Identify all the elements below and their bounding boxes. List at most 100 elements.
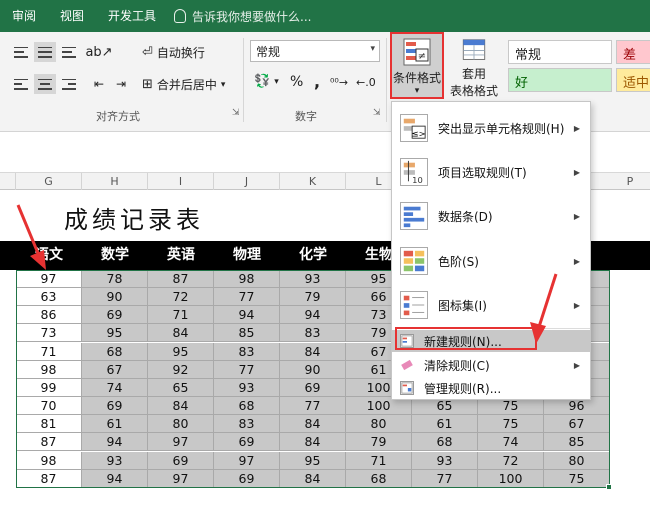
tell-me-box[interactable]: 告诉我你想要做什么...	[174, 8, 312, 25]
dialog-launcher-icon[interactable]: ⇲	[232, 108, 240, 118]
table-cell[interactable]: 80	[148, 415, 214, 434]
tab-view[interactable]: 视图	[48, 0, 96, 32]
table-cell[interactable]: 74	[478, 433, 544, 452]
table-cell[interactable]: 67	[544, 415, 610, 434]
table-cell[interactable]: 68	[412, 433, 478, 452]
table-cell[interactable]: 97	[148, 433, 214, 452]
table-cell[interactable]: 98	[16, 360, 82, 379]
table-cell[interactable]: 63	[16, 288, 82, 307]
table-cell[interactable]: 94	[214, 306, 280, 325]
menu-item-top-bottom-rules[interactable]: 10 项目选取规则(T) ▶	[392, 150, 590, 194]
table-cell[interactable]: 84	[280, 433, 346, 452]
table-cell[interactable]: 69	[82, 306, 148, 325]
table-cell[interactable]: 69	[280, 378, 346, 397]
table-cell[interactable]: 72	[148, 288, 214, 307]
table-cell[interactable]: 84	[280, 415, 346, 434]
header-cell[interactable]: 化学	[280, 241, 346, 270]
top-align-button[interactable]	[10, 42, 32, 62]
right-align-button[interactable]	[58, 74, 80, 94]
percent-button[interactable]: %	[290, 74, 303, 90]
table-cell[interactable]: 80	[346, 415, 412, 434]
table-cell[interactable]: 69	[148, 451, 214, 470]
table-cell[interactable]: 93	[280, 270, 346, 288]
table-cell[interactable]: 84	[280, 469, 346, 488]
tab-review[interactable]: 审阅	[0, 0, 48, 32]
table-cell[interactable]: 92	[148, 360, 214, 379]
table-cell[interactable]: 81	[16, 415, 82, 434]
table-cell[interactable]: 78	[82, 270, 148, 288]
table-cell[interactable]: 77	[412, 469, 478, 488]
table-cell[interactable]: 77	[280, 397, 346, 416]
table-cell[interactable]: 71	[16, 342, 82, 361]
column-header[interactable]: G	[16, 173, 82, 190]
table-cell[interactable]: 98	[16, 451, 82, 470]
merge-center-button[interactable]: ⊞ 合并后居中 ▾	[142, 76, 225, 93]
table-cell[interactable]: 94	[82, 469, 148, 488]
header-cell[interactable]: 数学	[82, 241, 148, 270]
table-cell[interactable]: 84	[148, 397, 214, 416]
menu-item-highlight-rules[interactable]: ≤> 突出显示单元格规则(H) ▶	[392, 108, 590, 148]
left-align-button[interactable]	[10, 74, 32, 94]
table-cell[interactable]: 87	[16, 469, 82, 488]
column-header[interactable]: P	[610, 173, 650, 190]
table-cell[interactable]: 68	[82, 342, 148, 361]
table-cell[interactable]: 85	[544, 433, 610, 452]
table-cell[interactable]: 97	[148, 469, 214, 488]
column-header[interactable]: J	[214, 173, 280, 190]
decrease-indent-button[interactable]: ⇤	[88, 74, 110, 94]
style-normal[interactable]: 常规	[508, 40, 612, 64]
table-cell[interactable]: 84	[148, 324, 214, 343]
table-cell[interactable]: 69	[214, 469, 280, 488]
table-cell[interactable]: 65	[148, 378, 214, 397]
table-cell[interactable]: 98	[214, 270, 280, 288]
table-cell[interactable]: 71	[148, 306, 214, 325]
table-cell[interactable]: 95	[82, 324, 148, 343]
fill-handle[interactable]	[606, 484, 612, 490]
table-cell[interactable]: 74	[82, 378, 148, 397]
table-cell[interactable]: 93	[412, 451, 478, 470]
decrease-decimal-button[interactable]: ←.0	[356, 76, 376, 89]
table-cell[interactable]: 87	[148, 270, 214, 288]
table-cell[interactable]: 84	[280, 342, 346, 361]
table-cell[interactable]: 94	[280, 306, 346, 325]
menu-item-icon-sets[interactable]: 图标集(I) ▶	[392, 284, 590, 326]
table-cell[interactable]: 77	[214, 360, 280, 379]
table-cell[interactable]: 75	[544, 469, 610, 488]
table-cell[interactable]: 95	[280, 451, 346, 470]
table-cell[interactable]: 61	[82, 415, 148, 434]
tab-developer[interactable]: 开发工具	[96, 0, 168, 32]
table-cell[interactable]: 94	[82, 433, 148, 452]
table-cell[interactable]: 85	[214, 324, 280, 343]
column-header[interactable]: I	[148, 173, 214, 190]
table-cell[interactable]: 90	[280, 360, 346, 379]
table-cell[interactable]: 97	[214, 451, 280, 470]
table-cell[interactable]: 99	[16, 378, 82, 397]
table-cell[interactable]: 97	[16, 270, 82, 288]
header-cell[interactable]: 语文	[16, 241, 82, 270]
currency-button[interactable]: 💱 ▾	[254, 74, 279, 89]
column-header[interactable]: K	[280, 173, 346, 190]
table-cell[interactable]: 61	[412, 415, 478, 434]
table-cell[interactable]: 70	[16, 397, 82, 416]
table-cell[interactable]: 100	[478, 469, 544, 488]
conditional-format-button[interactable]: ≠ 条件格式 ▾	[390, 32, 444, 99]
table-cell[interactable]: 77	[214, 288, 280, 307]
table-cell[interactable]: 80	[544, 451, 610, 470]
table-cell[interactable]: 93	[82, 451, 148, 470]
table-cell[interactable]: 69	[214, 433, 280, 452]
increase-decimal-button[interactable]: ⁰⁰→	[330, 76, 348, 89]
table-cell[interactable]: 90	[82, 288, 148, 307]
menu-item-color-scales[interactable]: 色阶(S) ▶	[392, 240, 590, 282]
comma-button[interactable]: ,	[314, 72, 320, 91]
orientation-button[interactable]: ab↗	[85, 42, 112, 62]
table-cell[interactable]: 71	[346, 451, 412, 470]
table-cell[interactable]: 93	[214, 378, 280, 397]
table-cell[interactable]: 83	[214, 342, 280, 361]
table-cell[interactable]: 68	[214, 397, 280, 416]
middle-align-button[interactable]	[34, 42, 56, 62]
table-cell[interactable]: 69	[82, 397, 148, 416]
format-as-table-button[interactable]: 套用 表格格式	[446, 32, 502, 99]
menu-item-clear-rules[interactable]: 清除规则(C) ▶	[392, 354, 590, 376]
increase-indent-button[interactable]: ⇥	[110, 74, 132, 94]
table-cell[interactable]: 87	[16, 433, 82, 452]
